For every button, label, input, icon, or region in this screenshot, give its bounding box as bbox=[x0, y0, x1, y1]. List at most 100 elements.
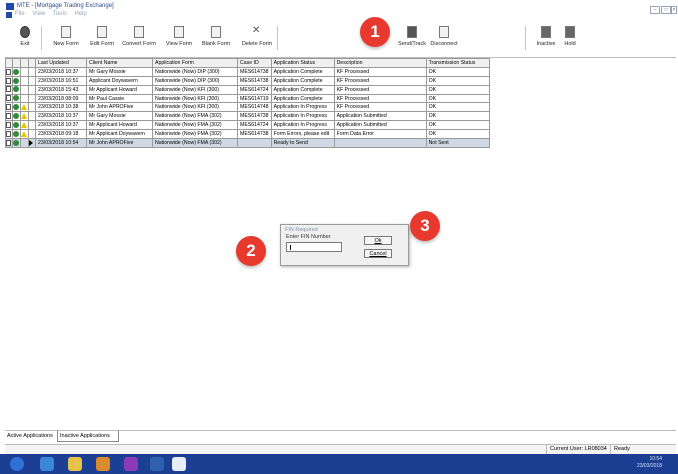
edit-form-button[interactable]: Edit Form bbox=[89, 22, 115, 47]
column-header[interactable]: Transmission Status bbox=[425, 58, 490, 68]
send-track-button[interactable]: Send/Track bbox=[398, 22, 426, 47]
clock-date: 23/03/2018 bbox=[636, 463, 662, 469]
table-row[interactable]: 23/03/2018 08:09 Mr Paul Cassie Nationwide… bbox=[5, 93, 490, 104]
cell-tx: OK bbox=[425, 129, 490, 140]
cell-client: Mr Applicant Doywavern bbox=[86, 129, 153, 140]
row-globe-cell bbox=[12, 120, 21, 131]
row-globe-cell bbox=[12, 93, 21, 104]
cell-client: Mr Applicant Howard bbox=[86, 84, 153, 95]
view-form-button[interactable]: View Form bbox=[165, 22, 193, 47]
row-warning-cell bbox=[20, 66, 29, 77]
current-user-status: Current User: LR08034 bbox=[546, 445, 614, 454]
row-warning-cell bbox=[20, 129, 29, 140]
table-row[interactable]: 23/03/2018 10:37 Mr Gary Mossie Nationwide… bbox=[5, 111, 490, 122]
cell-client: Mr Applicant Howard bbox=[86, 120, 153, 131]
cell-status: Form Errors, please edit bbox=[270, 129, 335, 140]
disconnect-label: Disconnect bbox=[430, 41, 458, 47]
hold-label: Hold bbox=[564, 41, 576, 47]
table-row[interactable]: 23/03/2018 10:37 Mr Applicant Howard Natio… bbox=[5, 120, 490, 131]
new-form-button[interactable]: New Form bbox=[53, 22, 79, 47]
blank-form-button[interactable]: Blank Form bbox=[201, 22, 231, 47]
cell-updated: 23/03/2018 10:54 bbox=[35, 138, 87, 148]
ok-button[interactable]: Ok bbox=[364, 236, 392, 245]
row-warning-cell bbox=[20, 111, 29, 122]
document-check-icon bbox=[6, 86, 11, 93]
convert-form-button[interactable]: Convert Form bbox=[121, 22, 157, 47]
row-icon-cell bbox=[5, 75, 13, 86]
globe-column-header bbox=[12, 58, 21, 68]
menu-tools[interactable]: Tools bbox=[53, 11, 67, 17]
callout-badge-3: 3 bbox=[410, 211, 440, 241]
column-header[interactable]: Client Name bbox=[86, 58, 153, 68]
inactive-button[interactable]: Inactive bbox=[535, 22, 557, 47]
outlook-icon[interactable] bbox=[96, 457, 110, 471]
cancel-button[interactable]: Cancel bbox=[364, 249, 392, 258]
start-icon[interactable] bbox=[10, 457, 24, 471]
menu-help[interactable]: Help bbox=[75, 11, 87, 17]
column-header[interactable]: Description bbox=[333, 58, 427, 68]
document-check-icon bbox=[6, 95, 11, 102]
cell-updated: 23/03/2018 16:51 bbox=[35, 75, 87, 86]
warning-icon bbox=[21, 104, 27, 111]
column-header[interactable]: Application Status bbox=[270, 58, 335, 68]
exit-button[interactable]: Exit bbox=[13, 22, 37, 47]
document-icon bbox=[6, 121, 11, 128]
cell-desc: KF Processed bbox=[333, 75, 427, 86]
table-row[interactable]: 23/03/2018 09:18 Mr Applicant Doywavern Na… bbox=[5, 129, 490, 140]
doc-logo-icon bbox=[6, 12, 12, 18]
table-row[interactable]: 23/03/2018 10:37 Mr Gary Mossie Nationwide… bbox=[5, 66, 490, 77]
cell-tx: OK bbox=[425, 93, 490, 104]
grid-app-icon[interactable] bbox=[150, 457, 164, 471]
cell-updated: 23/03/2018 09:18 bbox=[35, 129, 87, 140]
warning-icon bbox=[21, 113, 27, 120]
tab-inactive-applications[interactable]: Inactive Applications bbox=[57, 431, 119, 442]
edit-form-icon bbox=[97, 26, 107, 38]
table-row[interactable]: 23/03/2018 10:38 Mr John APROFive Nationwi… bbox=[5, 102, 490, 113]
fin-number-input[interactable] bbox=[286, 242, 342, 252]
disconnect-button[interactable]: Disconnect bbox=[429, 22, 459, 47]
tab-active-applications[interactable]: Active Applications bbox=[5, 431, 61, 441]
row-globe-cell bbox=[12, 111, 21, 122]
edit-form-label: Edit Form bbox=[90, 41, 114, 47]
blank-form-icon bbox=[211, 26, 221, 38]
cell-updated: 23/03/2018 10:37 bbox=[35, 120, 87, 131]
warning-icon bbox=[21, 121, 27, 128]
row-pointer-cell bbox=[28, 111, 36, 122]
browser-icon[interactable] bbox=[40, 457, 54, 471]
folder-icon[interactable] bbox=[68, 457, 82, 471]
cell-tx: OK bbox=[425, 111, 490, 122]
menu-file[interactable]: File bbox=[15, 11, 25, 17]
clock-time: 10:54 bbox=[649, 456, 662, 462]
app-icon[interactable] bbox=[124, 457, 138, 471]
table-row[interactable]: 23/03/2018 15:43 Mr Applicant Howard Natio… bbox=[5, 84, 490, 95]
cell-form: Nationwide (Now) FMA (302) bbox=[152, 138, 238, 148]
column-header[interactable]: Case ID bbox=[237, 58, 272, 68]
row-icon-cell bbox=[5, 138, 13, 148]
cell-status: Application Complete bbox=[270, 84, 335, 95]
warning-icon bbox=[21, 130, 27, 137]
row-globe-cell bbox=[12, 102, 21, 113]
delete-form-label: Delete Form bbox=[241, 41, 273, 47]
blank-form-label: Blank Form bbox=[201, 41, 231, 47]
icon-column-header bbox=[5, 58, 13, 68]
row-pointer-cell bbox=[28, 75, 36, 86]
convert-form-icon bbox=[134, 26, 144, 38]
table-row[interactable]: 23/03/2018 16:51 Applicant Doywavern Natio… bbox=[5, 75, 490, 86]
cell-desc bbox=[333, 138, 427, 148]
row-pointer-icon bbox=[29, 139, 33, 146]
table-row[interactable]: 23/03/2018 10:54 Mr John APROFive Nationwi… bbox=[5, 138, 490, 148]
row-icon-cell bbox=[5, 93, 13, 104]
hold-icon bbox=[565, 26, 575, 38]
mte-app-icon[interactable] bbox=[172, 457, 186, 471]
row-warning-cell bbox=[20, 75, 29, 86]
cell-updated: 23/03/2018 15:43 bbox=[35, 84, 87, 95]
cell-case: MES614724 bbox=[237, 120, 272, 131]
cell-client: Mr Gary Mossie bbox=[86, 66, 153, 77]
globe-icon bbox=[13, 113, 19, 120]
column-header[interactable]: Last Updated bbox=[35, 58, 87, 68]
delete-form-button[interactable]: ✕ Delete Form bbox=[241, 22, 273, 48]
cell-desc: KF Processed bbox=[333, 66, 427, 77]
column-header[interactable]: Application Form bbox=[152, 58, 238, 68]
menu-view[interactable]: View bbox=[32, 11, 45, 17]
hold-button[interactable]: Hold bbox=[561, 22, 579, 47]
